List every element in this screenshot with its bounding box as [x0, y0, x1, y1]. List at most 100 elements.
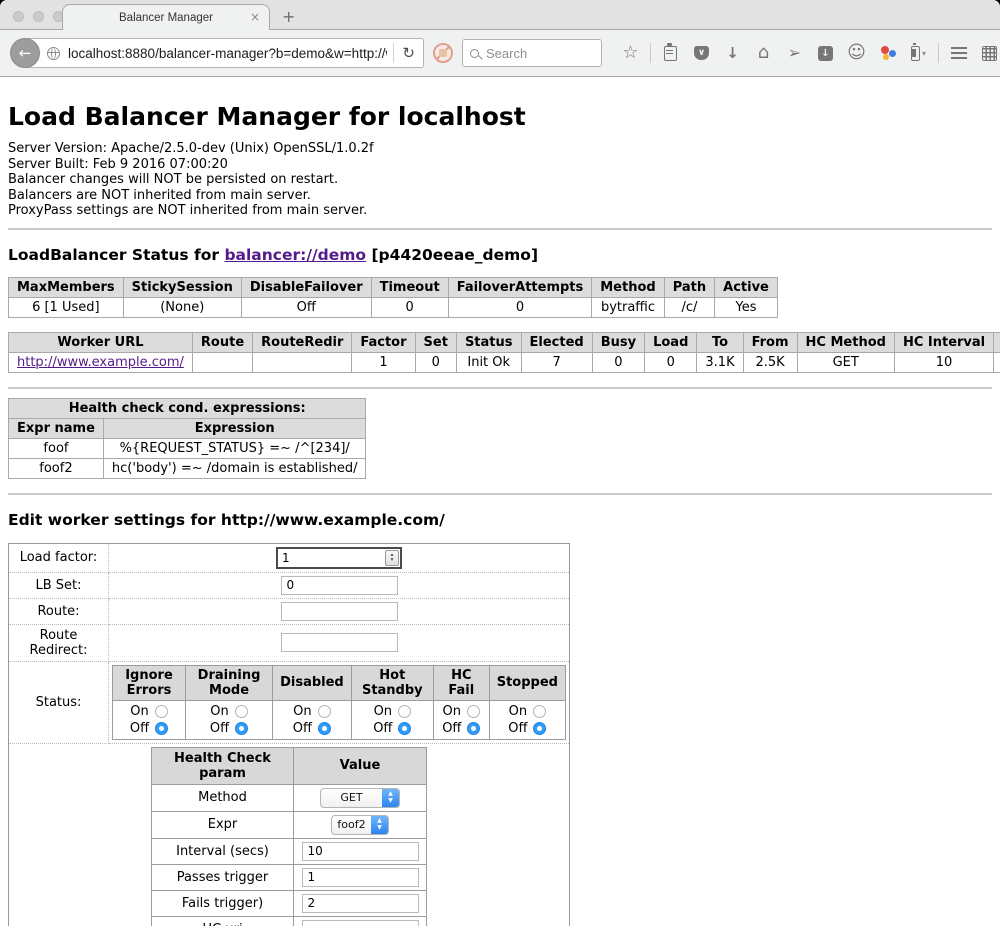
- hc-fail-off-radio[interactable]: [467, 722, 480, 735]
- downloads-icon[interactable]: ↓: [724, 44, 742, 62]
- worker-row: http://www.example.com/ 1 0 Init Ok 7 0 …: [9, 352, 1000, 372]
- server-built: Server Built: Feb 9 2016 07:00:20: [8, 157, 992, 173]
- balancer-status-heading: LoadBalancer Status for balancer://demo …: [8, 246, 992, 264]
- hc-passes-input[interactable]: [302, 868, 419, 887]
- draining-mode-on-radio[interactable]: [235, 705, 248, 718]
- hc-interval-label: Interval (secs): [152, 838, 294, 864]
- select-stepper-icon: ▲▼: [371, 816, 388, 834]
- battery-caret-icon: ▾: [922, 49, 926, 58]
- url-bar[interactable]: ↻: [24, 38, 424, 68]
- hc-expr-title: Health check cond. expressions:: [9, 398, 366, 418]
- smiley-icon[interactable]: ☺: [848, 44, 866, 62]
- toolbar-divider: [938, 43, 939, 63]
- number-stepper-icon[interactable]: ▴▾: [385, 550, 399, 566]
- reload-icon[interactable]: ↻: [398, 44, 423, 62]
- battery-icon[interactable]: ▾: [910, 44, 928, 62]
- divider: [8, 228, 992, 230]
- hc-method-select[interactable]: GET ▲▼: [320, 788, 400, 808]
- stopped-off-radio[interactable]: [533, 722, 546, 735]
- save-panel-icon[interactable]: ↓: [817, 44, 835, 62]
- hc-fails-input[interactable]: [302, 894, 419, 913]
- minimize-window-button[interactable]: [33, 11, 44, 22]
- clipboard-glyph-icon: [664, 46, 677, 61]
- search-input[interactable]: [484, 45, 594, 62]
- hot-standby-on-radio[interactable]: [398, 705, 411, 718]
- page-content: Load Balancer Manager for localhost Serv…: [0, 77, 1000, 926]
- load-factor-input[interactable]: [278, 550, 385, 566]
- col-timeout: Timeout: [371, 277, 448, 297]
- col-maxmembers: MaxMembers: [9, 277, 124, 297]
- lb-set-input[interactable]: [281, 576, 398, 595]
- col-path: Path: [664, 277, 714, 297]
- server-info: Server Version: Apache/2.5.0-dev (Unix) …: [8, 141, 992, 219]
- search-icon: [470, 49, 479, 58]
- divider: [8, 387, 992, 389]
- tab-balancer-manager[interactable]: Balancer Manager ×: [62, 4, 270, 30]
- route-redirect-label: Route Redirect:: [9, 624, 109, 661]
- site-identity-globe-icon[interactable]: [47, 47, 60, 60]
- tab-title: Balancer Manager: [119, 12, 213, 24]
- balancer-row: 6 [1 Used] (None) Off 0 0 bytraffic /c/ …: [9, 297, 778, 317]
- hc-expr-select[interactable]: foof2 ▲▼: [331, 815, 389, 835]
- ignore-errors-on-radio[interactable]: [155, 705, 168, 718]
- box-arrow-glyph-icon: ↓: [818, 46, 833, 61]
- server-version: Server Version: Apache/2.5.0-dev (Unix) …: [8, 141, 992, 157]
- notice-proxypass: ProxyPass settings are NOT inherited fro…: [8, 203, 992, 219]
- expr-row: foof2 hc('body') =~ /domain is establish…: [9, 458, 366, 478]
- worker-table: Worker URL Route RouteRedir Factor Set S…: [8, 332, 1000, 373]
- col-expression: Expression: [103, 418, 366, 438]
- grid-icon[interactable]: [981, 44, 999, 62]
- disabled-off-radio[interactable]: [318, 722, 331, 735]
- route-redirect-input[interactable]: [281, 633, 398, 652]
- search-bar[interactable]: [462, 39, 602, 67]
- hc-fail-on-radio[interactable]: [467, 705, 480, 718]
- health-check-expressions-table: Health check cond. expressions: Expr nam…: [8, 398, 366, 479]
- col-hot-standby: Hot Standby: [351, 665, 433, 700]
- new-tab-button[interactable]: +: [282, 7, 295, 26]
- route-input[interactable]: [281, 602, 398, 621]
- clipboard-icon[interactable]: [662, 44, 680, 62]
- hc-passes-label: Passes trigger: [152, 864, 294, 890]
- select-stepper-icon: ▲▼: [382, 789, 399, 807]
- pocket-icon[interactable]: ∨: [693, 44, 711, 62]
- window-controls: [13, 11, 64, 22]
- disabled-on-radio[interactable]: [318, 705, 331, 718]
- notice-balancers: Balancers are NOT inherited from main se…: [8, 188, 992, 204]
- stopped-on-radio[interactable]: [533, 705, 546, 718]
- menu-icon[interactable]: [950, 44, 968, 62]
- browser-window: Balancer Manager × + ← ↻ ☆ ∨ ↓ ⌂ ➢ ↓: [0, 0, 1000, 927]
- bookmark-star-icon[interactable]: ☆: [622, 44, 640, 62]
- balancer-status-table: MaxMembers StickySession DisableFailover…: [8, 277, 778, 318]
- expr-row: foof %{REQUEST_STATUS} =~ /^[234]/: [9, 438, 366, 458]
- colored-dots-icon[interactable]: [879, 44, 897, 62]
- hc-uri-input[interactable]: [302, 920, 419, 927]
- home-icon[interactable]: ⌂: [755, 44, 773, 62]
- hc-interval-input[interactable]: [302, 842, 419, 861]
- tab-strip: Balancer Manager × +: [0, 0, 1000, 30]
- divider: [8, 493, 992, 495]
- tab-close-icon[interactable]: ×: [250, 10, 260, 24]
- worker-url-link[interactable]: http://www.example.com/: [17, 355, 184, 370]
- back-arrow-icon: ←: [19, 44, 32, 62]
- balancer-demo-link[interactable]: balancer://demo: [224, 246, 366, 264]
- edit-worker-form: Load factor: ▴▾ LB Set: Route: Route Red…: [8, 543, 570, 927]
- col-method: Method: [592, 277, 664, 297]
- status-table: Ignore Errors Draining Mode Disabled Hot…: [112, 665, 566, 740]
- navigation-toolbar: ← ↻ ☆ ∨ ↓ ⌂ ➢ ↓ ☺ ▾: [0, 30, 1000, 77]
- url-input[interactable]: [66, 45, 389, 62]
- hot-standby-off-radio[interactable]: [398, 722, 411, 735]
- hc-expr-label: Expr: [152, 811, 294, 838]
- paper-plane-icon[interactable]: ➢: [786, 44, 804, 62]
- notice-persist: Balancer changes will NOT be persisted o…: [8, 172, 992, 188]
- load-factor-label: Load factor:: [9, 543, 109, 572]
- hc-fails-label: Fails trigger): [152, 890, 294, 916]
- ignore-errors-off-radio[interactable]: [155, 722, 168, 735]
- back-button[interactable]: ←: [10, 38, 40, 68]
- hc-uri-label: HC uri: [152, 916, 294, 926]
- col-ignore-errors: Ignore Errors: [113, 665, 186, 700]
- adblock-icon[interactable]: [433, 43, 453, 63]
- draining-mode-off-radio[interactable]: [235, 722, 248, 735]
- hc-method-label: Method: [152, 784, 294, 811]
- close-window-button[interactable]: [13, 11, 24, 22]
- col-hc-fail: HC Fail: [433, 665, 489, 700]
